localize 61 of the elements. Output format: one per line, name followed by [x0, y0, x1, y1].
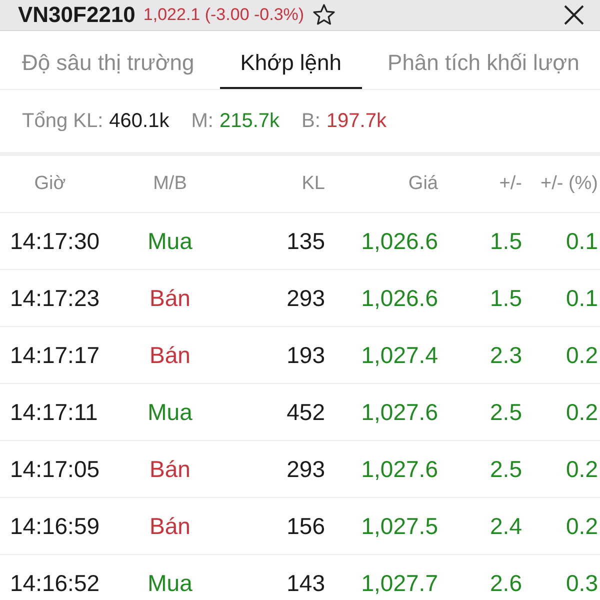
tab[interactable]: Độ sâu thị trường: [18, 31, 198, 89]
price-cell-text: 1,027.4: [360, 342, 438, 368]
sell-volume-value: 197.7k: [326, 110, 386, 132]
column-header: M/B: [152, 173, 188, 195]
symbol-title: VN30F2210: [18, 2, 136, 28]
sell-volume-label: B:: [302, 110, 320, 132]
tab[interactable]: Phân tích khối lượn: [384, 31, 584, 89]
change-percent-cell-text: 0.2: [565, 456, 598, 482]
column-header: +/-: [498, 173, 522, 195]
side-cell-text: Bán: [148, 512, 192, 540]
change-percent-cell-text: 0.2: [565, 342, 598, 368]
column-header: Giá: [407, 173, 438, 195]
time-cell-text: 14:17:17: [9, 342, 101, 368]
volume-cell-text: 452: [286, 398, 325, 426]
total-volume-label: Tổng KL:: [22, 110, 104, 132]
change-percent-cell-text: 0.2: [565, 398, 598, 426]
change-cell-text: 1.5: [489, 228, 522, 254]
time-cell-text: 14:17:11: [9, 398, 99, 426]
price-cell-text: 1,027.6: [360, 398, 438, 426]
side-cell-text: Mua: [146, 228, 194, 254]
star-icon[interactable]: [312, 3, 336, 27]
volume-cell-text: 293: [286, 284, 325, 312]
column-header: +/- (%): [539, 173, 598, 195]
volume-cell-text: 193: [286, 342, 325, 368]
volume-cell-text: 135: [286, 228, 325, 254]
change-percent-cell-text: 0.2: [565, 512, 598, 540]
column-header: Giờ: [33, 173, 67, 195]
change-percent-cell-text: 0.1: [565, 228, 598, 254]
side-cell-text: Bán: [148, 342, 192, 368]
change-cell-text: 2.3: [489, 342, 522, 368]
volume-cell-text: 143: [286, 570, 325, 596]
close-icon[interactable]: [562, 3, 586, 27]
tab[interactable]: Khớp lệnh: [220, 31, 362, 89]
price-cell-text: 1,026.6: [360, 284, 438, 312]
buy-volume-value: 215.7k: [219, 110, 280, 132]
change-cell-text: 2.5: [489, 456, 522, 482]
price-cell-text: 1,027.7: [360, 570, 438, 596]
side-cell-text: Mua: [146, 570, 194, 596]
buy-volume-label: M:: [191, 110, 214, 132]
change-cell-text: 1.5: [489, 284, 522, 312]
change-percent-cell-text: 0.3: [565, 570, 598, 596]
change-cell-text: 2.5: [489, 398, 522, 426]
price-cell-text: 1,026.6: [360, 228, 438, 254]
side-cell-text: Bán: [148, 284, 192, 312]
volume-cell-text: 293: [286, 456, 325, 482]
change-cell-text: 2.6: [489, 570, 522, 596]
price-cell-text: 1,027.5: [360, 512, 438, 540]
time-cell-text: 14:17:30: [9, 228, 101, 254]
time-cell-text: 14:16:52: [9, 570, 101, 596]
total-volume-value: 460.1k: [109, 110, 170, 132]
column-header: KL: [300, 173, 325, 195]
side-cell-text: Mua: [146, 398, 194, 426]
price-quote: 1,022.1 (-3.00 -0.3%): [143, 5, 304, 25]
change-cell-text: 2.4: [489, 512, 522, 540]
volume-cell-text: 156: [286, 512, 325, 540]
time-cell-text: 14:17:05: [9, 456, 101, 482]
time-cell-text: 14:16:59: [9, 512, 101, 540]
time-cell-text: 14:17:23: [9, 284, 101, 312]
side-cell-text: Bán: [148, 456, 192, 482]
change-percent-cell-text: 0.1: [565, 284, 598, 312]
price-cell-text: 1,027.6: [360, 456, 438, 482]
